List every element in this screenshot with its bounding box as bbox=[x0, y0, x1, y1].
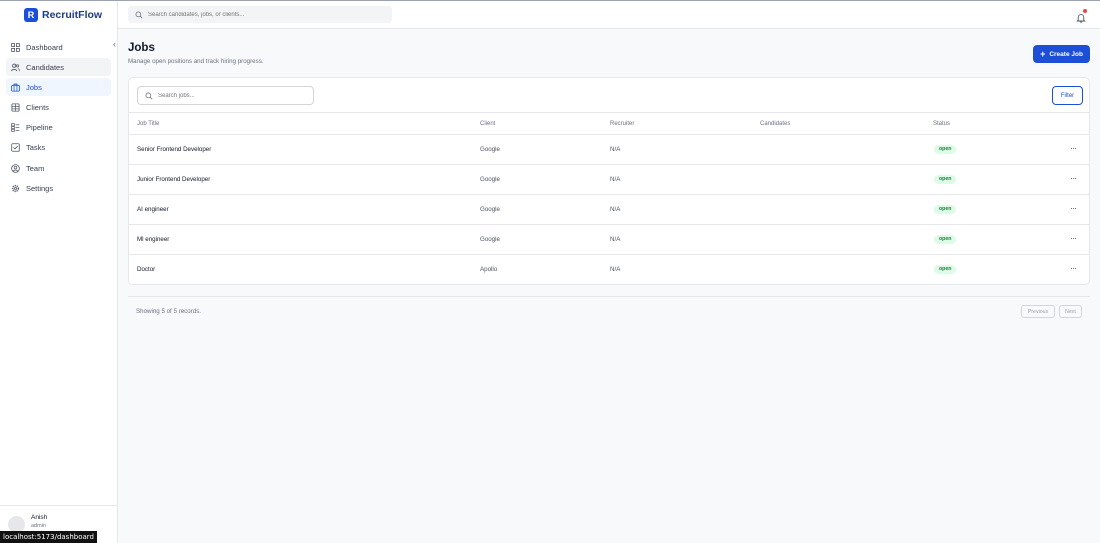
gear-icon bbox=[11, 184, 20, 193]
status-url-tooltip: localhost:5173/dashboard bbox=[0, 531, 97, 543]
grid-icon bbox=[11, 42, 20, 52]
sidebar-item-tasks[interactable]: Tasks bbox=[6, 139, 111, 157]
brand-name: RecruitFlow bbox=[42, 9, 103, 21]
sidebar-item-settings[interactable]: Settings bbox=[6, 179, 111, 197]
row-actions-more-icon[interactable]: ··· bbox=[1070, 233, 1077, 243]
status-badge: open bbox=[934, 175, 957, 184]
client-cell: Google bbox=[480, 236, 500, 243]
table-row[interactable]: Junior Frontend Developer Google N/A ope… bbox=[129, 165, 1089, 195]
job-title-cell[interactable]: Senior Frontend Developer bbox=[137, 146, 211, 153]
global-search-input[interactable] bbox=[148, 11, 378, 18]
row-actions-more-icon[interactable]: ··· bbox=[1070, 173, 1077, 183]
column-header-job-title[interactable]: Job Title bbox=[137, 121, 159, 127]
sidebar-item-dashboard[interactable]: Dashboard bbox=[6, 38, 111, 56]
column-header-client[interactable]: Client bbox=[480, 121, 495, 127]
job-title-cell[interactable]: AI engineer bbox=[137, 206, 169, 213]
sidebar-item-pipeline[interactable]: Pipeline bbox=[6, 119, 111, 137]
sidebar-item-label: Clients bbox=[26, 103, 49, 113]
page-title: Jobs bbox=[128, 42, 155, 54]
kanban-icon bbox=[11, 123, 20, 132]
create-job-label: Create Job bbox=[1049, 50, 1083, 58]
brand-logo-icon: R bbox=[24, 8, 38, 22]
row-actions-more-icon[interactable]: ··· bbox=[1070, 263, 1077, 273]
client-cell: Google bbox=[480, 206, 500, 213]
jobs-search[interactable] bbox=[137, 86, 314, 105]
check-square-icon bbox=[11, 143, 20, 153]
notifications-bell-icon[interactable] bbox=[1076, 9, 1087, 23]
status-badge: open bbox=[934, 235, 957, 244]
filter-button[interactable]: Filter bbox=[1052, 86, 1083, 105]
briefcase-icon bbox=[11, 83, 20, 92]
table-row[interactable]: AI engineer Google N/A open ··· bbox=[129, 195, 1089, 225]
sidebar-item-label: Dashboard bbox=[26, 42, 63, 52]
status-badge: open bbox=[934, 145, 957, 154]
sidebar-item-label: Pipeline bbox=[26, 123, 53, 133]
search-icon bbox=[135, 11, 143, 18]
column-header-recruiter[interactable]: Recruiter bbox=[610, 121, 634, 127]
sidebar-item-team[interactable]: Team bbox=[6, 159, 111, 177]
page-subtitle: Manage open positions and track hiring p… bbox=[128, 58, 264, 65]
user-name: Anish bbox=[31, 514, 48, 521]
sidebar-item-label: Team bbox=[26, 163, 45, 173]
status-badge: open bbox=[934, 265, 957, 274]
collapse-sidebar-chevron-icon[interactable]: ‹ bbox=[113, 39, 116, 49]
recruiter-cell: N/A bbox=[610, 176, 621, 183]
search-icon bbox=[145, 92, 153, 99]
user-circle-icon bbox=[11, 163, 20, 173]
notification-dot bbox=[1083, 9, 1087, 13]
sidebar-item-clients[interactable]: Clients bbox=[6, 99, 111, 117]
client-cell: Apollo bbox=[480, 266, 498, 273]
users-icon bbox=[11, 63, 20, 72]
recruiter-cell: N/A bbox=[610, 206, 621, 213]
recruiter-cell: N/A bbox=[610, 146, 621, 153]
brand[interactable]: R RecruitFlow bbox=[24, 8, 102, 22]
sidebar-item-label: Candidates bbox=[26, 62, 64, 72]
previous-page-button[interactable]: Previous bbox=[1021, 305, 1055, 318]
sidebar-item-label: Settings bbox=[26, 183, 54, 193]
user-role: admin bbox=[31, 523, 46, 529]
column-header-status[interactable]: Status bbox=[933, 121, 950, 127]
table-row[interactable]: Senior Frontend Developer Google N/A ope… bbox=[129, 135, 1089, 165]
sidebar-item-jobs[interactable]: Jobs bbox=[6, 78, 111, 97]
records-count: Showing 5 of 5 records. bbox=[136, 308, 202, 315]
next-page-button[interactable]: Next bbox=[1059, 305, 1082, 318]
table-header: Job Title Client Recruiter Candidates St… bbox=[129, 112, 1089, 135]
create-job-button[interactable]: + Create Job bbox=[1033, 45, 1090, 63]
job-title-cell[interactable]: Junior Frontend Developer bbox=[137, 176, 210, 183]
sidebar-item-label: Jobs bbox=[26, 82, 42, 92]
job-title-cell[interactable]: Ml engineer bbox=[137, 236, 169, 243]
recruiter-cell: N/A bbox=[610, 266, 621, 273]
global-search[interactable] bbox=[128, 6, 392, 23]
job-title-cell[interactable]: Doctor bbox=[137, 266, 155, 273]
recruiter-cell: N/A bbox=[610, 236, 621, 243]
topbar bbox=[118, 1, 1100, 29]
footer-divider bbox=[128, 296, 1090, 297]
building-icon bbox=[11, 103, 20, 112]
status-badge: open bbox=[934, 205, 957, 214]
table-row[interactable]: Doctor Apollo N/A open ··· bbox=[129, 255, 1089, 284]
row-actions-more-icon[interactable]: ··· bbox=[1070, 143, 1077, 153]
table-row[interactable]: Ml engineer Google N/A open ··· bbox=[129, 225, 1089, 255]
sidebar-nav: Dashboard Candidates Jobs Clients Pipeli… bbox=[6, 38, 111, 200]
sidebar-item-label: Tasks bbox=[26, 143, 46, 153]
plus-icon: + bbox=[1040, 48, 1046, 59]
jobs-search-input[interactable] bbox=[158, 92, 308, 99]
row-actions-more-icon[interactable]: ··· bbox=[1070, 203, 1077, 213]
jobs-table-card: Filter Job Title Client Recruiter Candid… bbox=[128, 77, 1090, 285]
client-cell: Google bbox=[480, 176, 500, 183]
column-header-candidates[interactable]: Candidates bbox=[760, 121, 790, 127]
sidebar: R RecruitFlow ‹ Dashboard Candidates Job… bbox=[0, 1, 118, 543]
sidebar-item-candidates[interactable]: Candidates bbox=[6, 58, 111, 77]
client-cell: Google bbox=[480, 146, 500, 153]
